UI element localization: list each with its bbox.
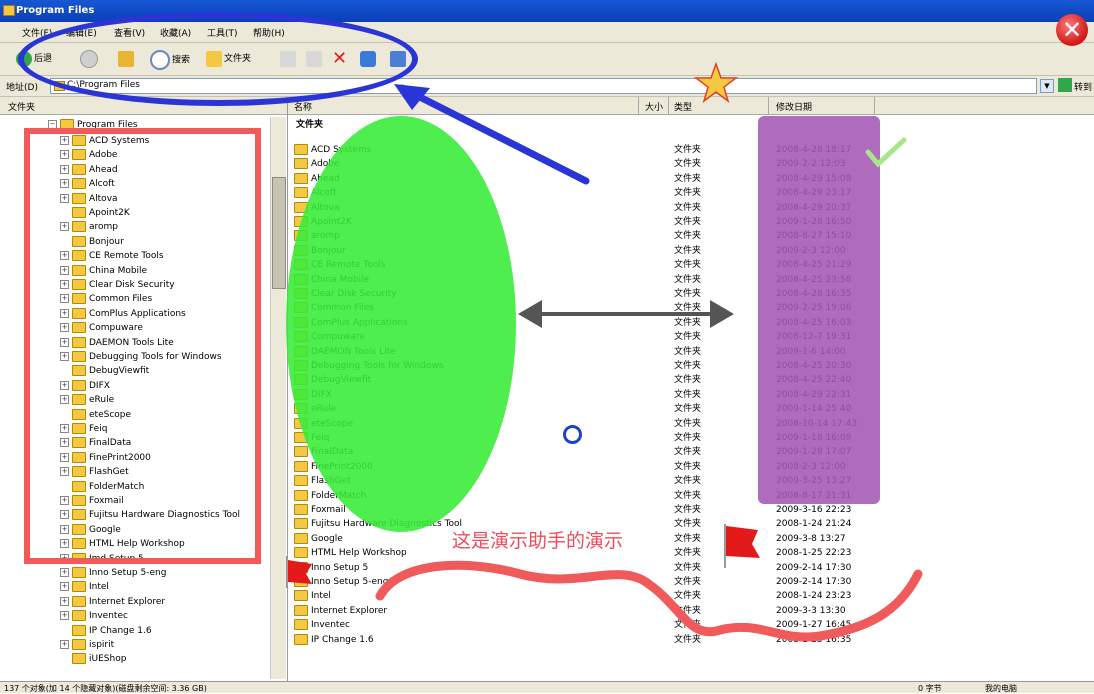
close-icon[interactable]: ✕	[1056, 14, 1088, 46]
annotation-star-icon	[693, 61, 739, 103]
annotation-overlay	[286, 61, 923, 642]
annotation-checkmark-icon	[865, 137, 907, 168]
annotation-red-flag-icon	[726, 526, 760, 558]
annotation-red-flag-icon-left	[288, 560, 312, 584]
annotation-flag-pole-left	[286, 556, 288, 588]
annotation-text: 这是演示助手的演示	[452, 530, 624, 552]
annotation-blue-arrow-line	[398, 84, 590, 185]
annotation-red-squiggle	[375, 560, 923, 642]
annotation-arrow-right-head	[710, 300, 734, 328]
annotation-arrow-left-head	[518, 300, 542, 328]
annotation-flag-pole	[724, 524, 726, 568]
